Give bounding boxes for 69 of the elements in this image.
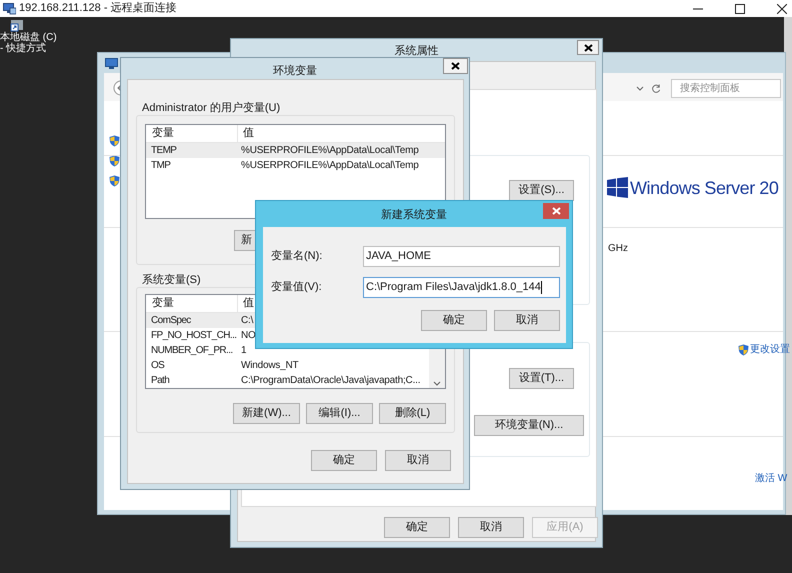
dialog-button[interactable]: 编辑(I)... [306, 403, 373, 424]
text-caret [540, 281, 542, 294]
input-field[interactable]: C:\Program Files\Java\jdk1.8.0_144 [363, 277, 560, 298]
field-label: 变量值(V): [271, 280, 323, 296]
dialog-button[interactable]: 取消 [385, 450, 451, 471]
window-title: 新建系统变量 [380, 208, 448, 223]
icon-label: 本地磁盘 (C) [0, 32, 57, 43]
close-icon [451, 62, 460, 70]
close-button[interactable] [443, 58, 468, 74]
column-header[interactable]: 值 [238, 125, 445, 142]
group-label: 系统变量(S) [142, 274, 201, 287]
close-button[interactable] [577, 40, 599, 55]
list-row[interactable]: Path C:\ProgramData\Oracle\Java\javapath;C... [146, 373, 429, 388]
chevron-down-icon[interactable] [636, 86, 644, 90]
maximize-icon[interactable] [735, 4, 745, 14]
dialog-button[interactable]: 确定 [421, 310, 487, 331]
shield-icon [109, 155, 120, 167]
variable-name: OS [150, 359, 166, 373]
windows-logo-icon [607, 177, 628, 198]
shield-icon [109, 135, 120, 147]
dialog-button[interactable]: 环境变量(N)... [474, 415, 584, 436]
group-label: Administrator 的用户变量(U) [142, 102, 280, 115]
variable-value: C:\ [240, 314, 254, 328]
variable-name: ComSpec [150, 314, 192, 328]
refresh-icon[interactable] [652, 84, 661, 92]
dialog-button[interactable]: 确定 [311, 450, 377, 471]
variable-name: TMP [150, 159, 172, 173]
dialog-button[interactable]: 删除(L) [379, 403, 446, 424]
variable-value: 1 [240, 344, 246, 358]
window-title: 环境变量 [272, 64, 318, 79]
window-title: 系统属性 [394, 44, 440, 59]
logo-text: Windows Server 20 [630, 178, 778, 198]
variable-name: NUMBER_OF_PR... [150, 344, 234, 358]
dialog-button[interactable]: 设置(S)... [509, 180, 574, 201]
dialog-button[interactable]: 设置(T)... [509, 368, 574, 389]
list-row[interactable]: OS Windows_NT [146, 358, 429, 373]
search-field[interactable]: 搜索控制面板 [671, 78, 781, 98]
icon-label: - 快捷方式 [0, 43, 46, 54]
computer-icon [105, 58, 119, 70]
list-row[interactable]: TEMP %USERPROFILE%\AppData\Local\Temp [146, 143, 445, 158]
close-icon[interactable] [777, 4, 787, 14]
variable-value: Windows_NT [240, 359, 298, 373]
input-field[interactable]: JAVA_HOME [363, 246, 560, 267]
dialog-button[interactable]: 新建(W)... [233, 403, 300, 424]
window-title: 192.168.211.128 - 远程桌面连接 [19, 0, 177, 16]
list-row[interactable]: TMP %USERPROFILE%\AppData\Local\Temp [146, 158, 445, 173]
chevron-down-icon [433, 381, 441, 386]
shortcut-icon[interactable] [8, 18, 24, 32]
close-icon [552, 207, 560, 215]
column-header[interactable]: 变量 [146, 295, 238, 312]
activate-link[interactable]: 激活 W [755, 471, 788, 486]
variable-name: FP_NO_HOST_CH... [150, 329, 238, 343]
shield-icon [738, 344, 749, 356]
variable-name: Path [150, 374, 170, 388]
variable-value: C:\ProgramData\Oracle\Java\javapath;C... [240, 374, 420, 388]
close-icon [584, 44, 592, 52]
variable-value: %USERPROFILE%\AppData\Local\Temp [240, 144, 419, 158]
field-label: 变量名(N): [271, 248, 324, 264]
dialog-button[interactable]: 取消 [494, 310, 560, 331]
variable-value: %USERPROFILE%\AppData\Local\Temp [240, 159, 419, 173]
dialog-button[interactable]: 确定 [384, 517, 450, 538]
processor-text: GHz [608, 242, 628, 256]
column-header[interactable]: 变量 [146, 125, 238, 142]
change-settings-link[interactable]: 更改设置 [750, 342, 790, 357]
variable-name: TEMP [150, 144, 178, 158]
monitor-icon [3, 2, 16, 14]
variable-value: NO [240, 329, 256, 343]
shield-icon [109, 175, 120, 187]
dialog-button[interactable]: 取消 [458, 517, 524, 538]
